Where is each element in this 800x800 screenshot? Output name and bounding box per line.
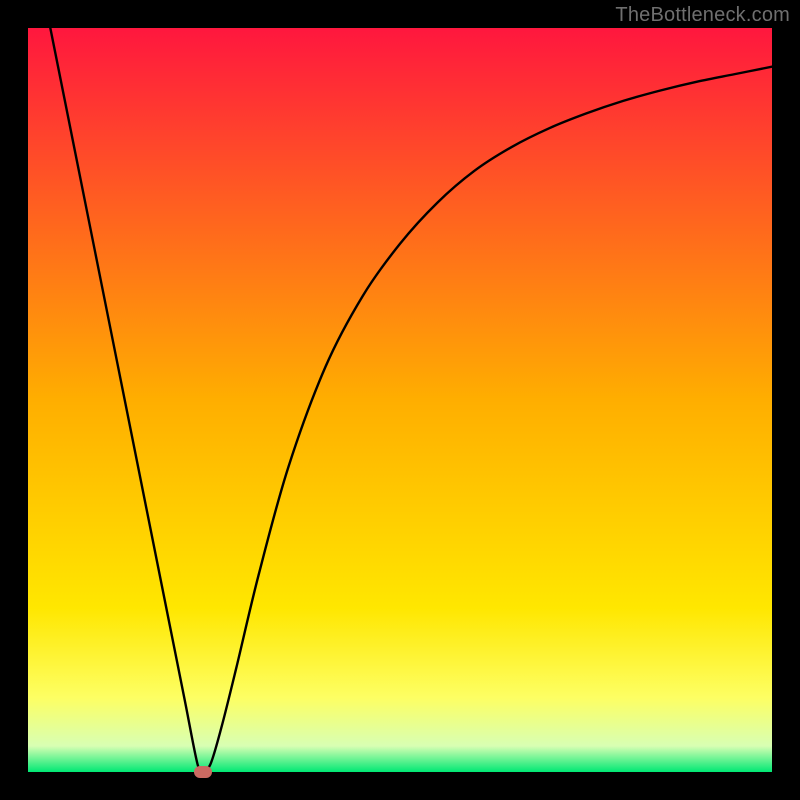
bottleneck-chart [28,28,772,772]
minimum-marker [194,766,212,778]
attribution-text: TheBottleneck.com [615,4,790,27]
chart-background [28,28,772,772]
